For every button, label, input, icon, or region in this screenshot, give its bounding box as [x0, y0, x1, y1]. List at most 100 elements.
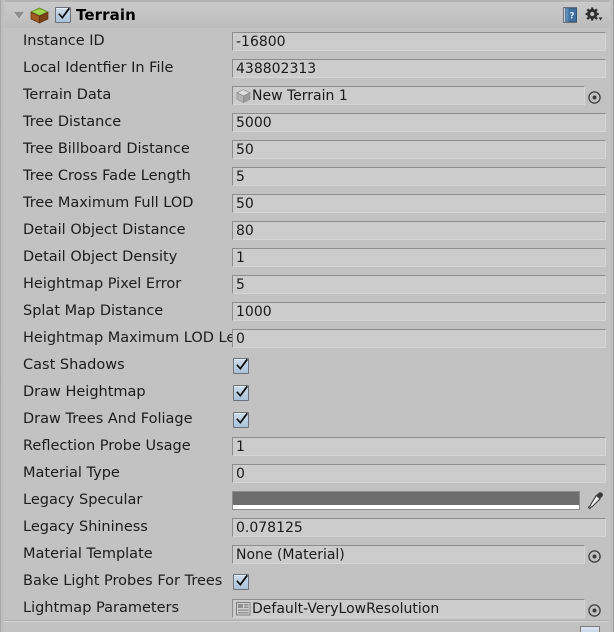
property-label: Heightmap Pixel Error: [23, 276, 182, 292]
checkmark-icon: [236, 358, 248, 370]
property-row: Tree Maximum Full LOD 50: [5, 190, 610, 217]
object-field-value: New Terrain 1: [252, 87, 348, 104]
page-title: Terrain: [76, 6, 136, 24]
property-label: Detail Object Distance: [23, 222, 186, 238]
property-label: Material Type: [23, 465, 120, 481]
object-field[interactable]: New Terrain 1: [232, 86, 585, 105]
checkmark-icon: [58, 7, 70, 19]
help-book-icon[interactable]: ?: [563, 6, 579, 24]
property-control: [232, 487, 610, 514]
component-header: Terrain ?: [5, 2, 610, 28]
terrain-icon: [30, 7, 49, 24]
property-row: Detail Object Density 1: [5, 244, 610, 271]
triangle-down-icon: [14, 11, 24, 19]
value-input[interactable]: 50: [232, 194, 606, 213]
value-input[interactable]: -16800: [232, 32, 606, 51]
property-control: 5: [232, 163, 610, 190]
property-label: Draw Heightmap: [23, 384, 146, 400]
value-input[interactable]: 0: [232, 464, 606, 483]
property-row: Tree Cross Fade Length 5: [5, 163, 610, 190]
property-row: Bake Light Probes For Trees: [5, 568, 610, 595]
property-label: Detail Object Density: [23, 249, 178, 265]
lightmap-params-icon: [236, 601, 251, 616]
property-row: Terrain Data New Terrain 1: [5, 82, 610, 109]
property-control: -16800: [232, 28, 610, 55]
value-checkbox[interactable]: [233, 384, 249, 401]
property-label: Tree Maximum Full LOD: [23, 195, 194, 211]
color-swatch-rgb: [233, 492, 579, 505]
value-input[interactable]: 0.078125: [232, 518, 606, 537]
property-control: 5000: [232, 109, 610, 136]
property-row: Lightmap Parameters Default-VeryLowResolu…: [5, 595, 610, 622]
property-row: Local Identfier In File 438802313: [5, 55, 610, 82]
next-panel-peek: [5, 622, 610, 632]
property-row: Material Type 0: [5, 460, 610, 487]
property-label: Reflection Probe Usage: [23, 438, 191, 454]
property-row: Legacy Specular: [5, 487, 610, 514]
property-row: Draw Heightmap: [5, 379, 610, 406]
object-picker-icon[interactable]: [588, 89, 601, 104]
value-input[interactable]: 1000: [232, 302, 606, 321]
color-swatch[interactable]: [232, 491, 580, 510]
object-field-value: Default-VeryLowResolution: [252, 600, 440, 617]
property-row: Tree Billboard Distance 50: [5, 136, 610, 163]
eyedropper-icon[interactable]: [585, 491, 604, 510]
object-picker-icon[interactable]: [588, 548, 601, 563]
panel-right-edge: [610, 0, 614, 632]
property-label: Heightmap Maximum LOD Level: [23, 330, 232, 346]
property-control: 0.078125: [232, 514, 610, 541]
checkmark-icon: [236, 574, 248, 586]
component-enabled-checkbox[interactable]: [55, 7, 71, 23]
value-input[interactable]: 1: [232, 437, 606, 456]
property-label: Legacy Specular: [23, 492, 143, 508]
property-label: Legacy Shininess: [23, 519, 148, 535]
value-input[interactable]: 5: [232, 167, 606, 186]
property-control: 1000: [232, 298, 610, 325]
value-input[interactable]: 1: [232, 248, 606, 267]
property-control: [232, 379, 610, 406]
object-field[interactable]: Default-VeryLowResolution: [232, 599, 585, 618]
gear-dropdown-icon[interactable]: [585, 7, 603, 23]
inspector-panel: Terrain ? Instance ID -16800 Local Ident…: [0, 0, 614, 632]
property-row: Legacy Shininess 0.078125: [5, 514, 610, 541]
property-label: Bake Light Probes For Trees: [23, 573, 223, 589]
checkmark-icon: [236, 412, 248, 424]
foldout-toggle[interactable]: [10, 2, 28, 28]
property-row: Tree Distance 5000: [5, 109, 610, 136]
property-label: Local Identfier In File: [23, 60, 174, 76]
value-input[interactable]: 50: [232, 140, 606, 159]
property-control: [232, 406, 610, 433]
property-label: Cast Shadows: [23, 357, 125, 373]
value-input[interactable]: 438802313: [232, 59, 606, 78]
property-control: 50: [232, 190, 610, 217]
checkmark-icon: [236, 385, 248, 397]
property-row: Instance ID -16800: [5, 28, 610, 55]
property-control: 0: [232, 325, 610, 352]
property-control: [232, 352, 610, 379]
property-row: Heightmap Pixel Error 5: [5, 271, 610, 298]
object-field-value: None (Material): [236, 546, 345, 563]
property-label: Instance ID: [23, 33, 105, 49]
terrain-asset-icon: [236, 88, 251, 103]
property-control: 50: [232, 136, 610, 163]
property-row: Draw Trees And Foliage: [5, 406, 610, 433]
value-input[interactable]: 80: [232, 221, 606, 240]
star-icon: [35, 626, 44, 632]
value-checkbox[interactable]: [233, 411, 249, 428]
property-label: Tree Distance: [23, 114, 122, 130]
value-input[interactable]: 0: [232, 329, 606, 348]
property-control: Default-VeryLowResolution: [232, 595, 610, 622]
value-input[interactable]: 5000: [232, 113, 606, 132]
property-control: 1: [232, 244, 610, 271]
property-label: Lightmap Parameters: [23, 600, 180, 616]
property-control: New Terrain 1: [232, 82, 610, 109]
property-label: Tree Billboard Distance: [23, 141, 190, 157]
mini-checkbox: [580, 626, 600, 632]
property-control: 80: [232, 217, 610, 244]
property-label: Terrain Data: [23, 87, 112, 103]
value-input[interactable]: 5: [232, 275, 606, 294]
object-field[interactable]: None (Material): [232, 545, 585, 564]
object-picker-icon[interactable]: [588, 602, 601, 617]
value-checkbox[interactable]: [233, 357, 249, 374]
value-checkbox[interactable]: [233, 573, 249, 590]
